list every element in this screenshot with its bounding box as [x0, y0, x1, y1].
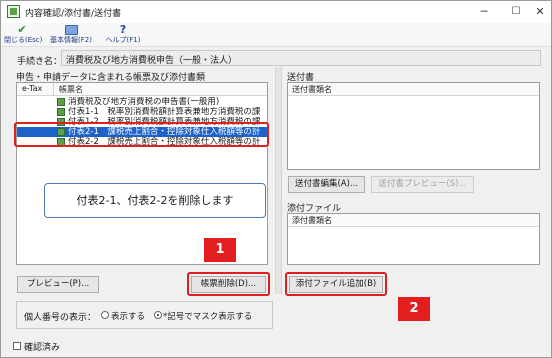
confirmed-label[interactable]: 確認済み — [24, 340, 60, 353]
form-row[interactable]: 消費税及び地方消費税の申告書(一般用) — [17, 97, 267, 107]
title-bar: 内容確認/添付書/送付書 ─ ☐ ✕ — [1, 1, 551, 23]
form-row-label: 付表1-1 税率別消費税額計算表兼地方消費税の課 — [68, 107, 261, 117]
close-tool-label: 閉じる(Esc) — [4, 36, 43, 44]
column-etax: e-Tax — [22, 84, 43, 93]
sending-list-header: 送付書類名 — [288, 83, 539, 96]
mynumber-label: 個人番号の表示： — [24, 313, 97, 323]
forms-list-header: e-Tax 帳票名 — [17, 83, 267, 96]
close-window-button[interactable]: ✕ — [522, 1, 551, 23]
form-row-label: 消費税及び地方消費税の申告書(一般用) — [68, 97, 220, 107]
procedure-label: 手続き名： — [17, 57, 63, 67]
attachment-list[interactable]: 添付書類名 — [287, 213, 540, 265]
column-form-name: 帳票名 — [59, 85, 83, 94]
minimize-button[interactable]: ─ — [466, 1, 502, 23]
step-badge-1: 1 — [204, 238, 236, 262]
column-sending-name: 送付書類名 — [292, 85, 332, 94]
column-attachment-name: 添付書類名 — [292, 216, 332, 225]
sending-list[interactable]: 送付書類名 — [287, 82, 540, 170]
close-tool-button[interactable]: ✔ 閉じる(Esc) — [4, 23, 43, 47]
show-radio[interactable] — [101, 311, 109, 319]
show-radio-label[interactable]: 表示する — [111, 310, 145, 322]
column-divider — [53, 83, 54, 95]
toolbar: ✔ 閉じる(Esc) 基本情報(F2) ? ヘルプ(F1) — [1, 23, 551, 47]
basic-info-label: 基本情報(F2) — [50, 36, 92, 44]
document-icon — [57, 98, 65, 106]
help-icon: ? — [119, 23, 127, 36]
book-icon — [64, 25, 78, 35]
confirmed-checkbox[interactable] — [13, 342, 21, 350]
help-button[interactable]: ? ヘルプ(F1) — [103, 23, 143, 47]
instruction-callout: 付表2-1、付表2-2を削除します — [44, 183, 266, 218]
rows-highlight-box — [14, 122, 269, 147]
app-window: 内容確認/添付書/送付書 ─ ☐ ✕ ✔ 閉じる(Esc) 基本情報(F2) ?… — [0, 0, 552, 358]
edit-sending-button[interactable]: 送付書編集(A)... — [288, 176, 365, 193]
mynumber-display-group: 個人番号の表示： 表示する *記号でマスク表示する — [16, 301, 273, 329]
app-icon — [7, 5, 20, 18]
sending-preview-button[interactable]: 送付書プレビュー(S)... — [371, 176, 474, 193]
add-attachment-highlight — [285, 272, 387, 296]
window-title: 内容確認/添付書/送付書 — [25, 9, 122, 19]
form-row[interactable]: 付表1-1 税率別消費税額計算表兼地方消費税の課 — [17, 107, 267, 117]
procedure-name-field: 消費税及び地方消費税申告（一般・法人） — [61, 50, 541, 66]
basic-info-button[interactable]: 基本情報(F2) — [43, 23, 99, 47]
step-badge-2: 2 — [398, 297, 430, 321]
delete-button-highlight — [187, 272, 270, 296]
preview-button[interactable]: プレビュー(P)... — [17, 276, 99, 293]
mask-radio-label[interactable]: *記号でマスク表示する — [163, 310, 252, 322]
help-label: ヘルプ(F1) — [105, 36, 141, 44]
pane-splitter[interactable] — [275, 67, 282, 294]
mask-radio[interactable] — [154, 311, 162, 319]
document-icon — [57, 108, 65, 116]
checkmark-icon: ✔ — [17, 23, 27, 36]
attachment-list-header: 添付書類名 — [288, 214, 539, 227]
